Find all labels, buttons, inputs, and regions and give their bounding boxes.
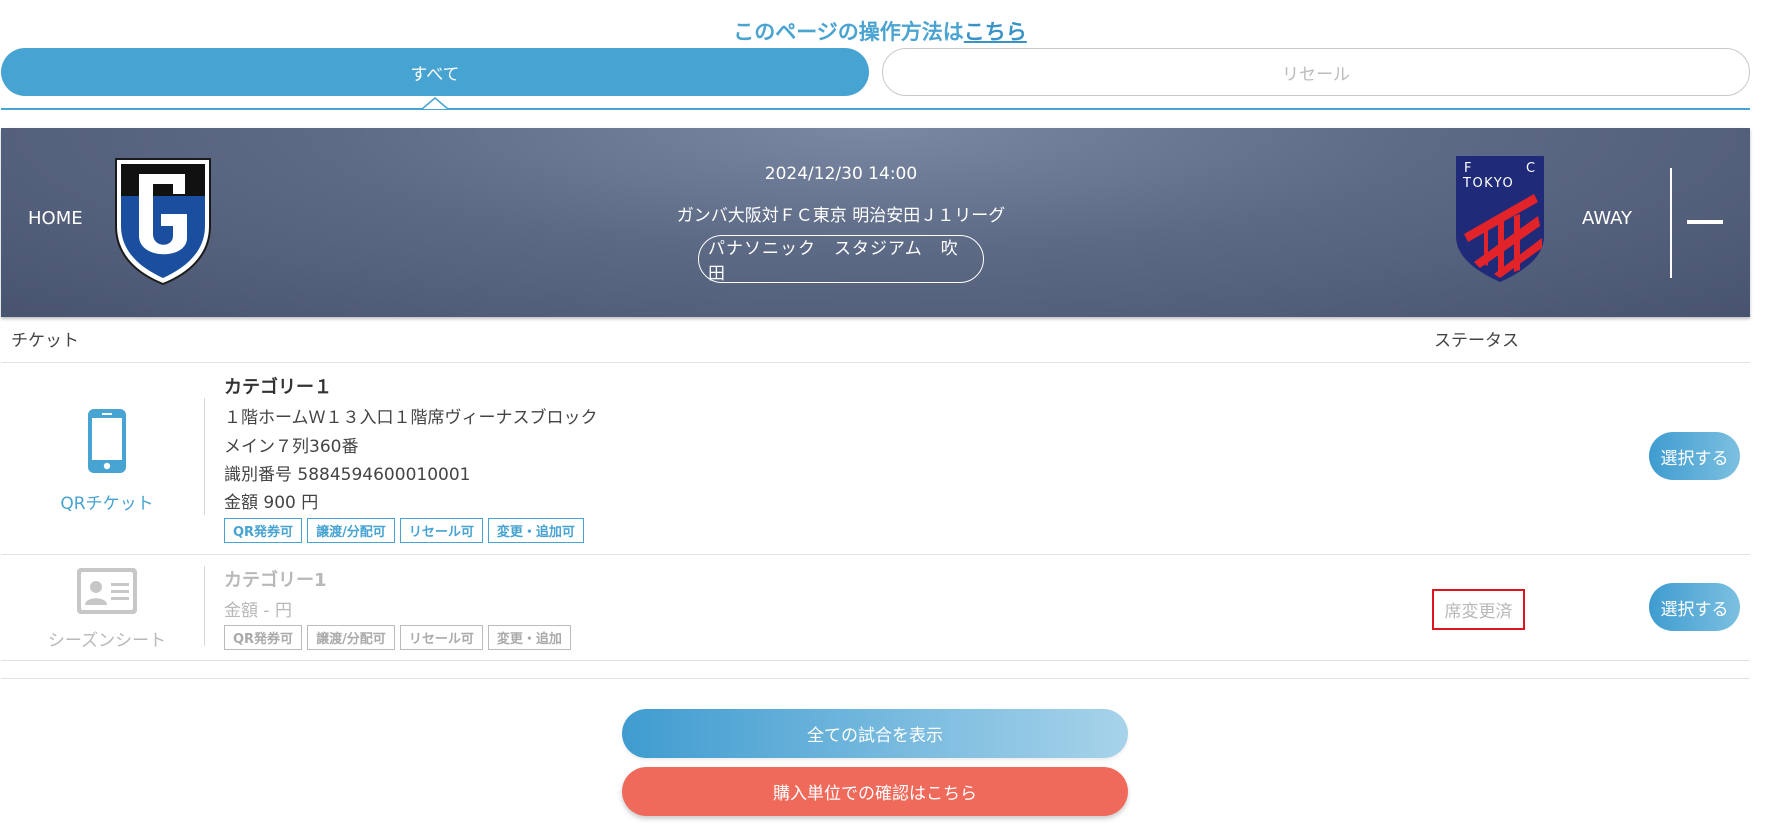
ticket-type: シーズンシート bbox=[40, 567, 174, 651]
row-divider bbox=[204, 398, 205, 515]
ticket-category: カテゴリー１ bbox=[224, 377, 332, 398]
tag-transfer: 譲渡/分配可 bbox=[307, 518, 395, 543]
match-banner: HOME 2024/12/30 14:00 ガンバ大阪対ＦＣ東京 明治安田Ｊ１リ… bbox=[1, 128, 1750, 317]
purchase-unit-button[interactable]: 購入単位での確認はこちら bbox=[622, 767, 1128, 816]
divider bbox=[1, 554, 1750, 555]
ticket-type: QRチケット bbox=[40, 408, 174, 514]
tag-resale: リセール可 bbox=[399, 518, 483, 543]
tab-all[interactable]: すべて bbox=[1, 48, 869, 96]
status-badge: 席変更済 bbox=[1432, 589, 1525, 630]
banner-divider bbox=[1670, 168, 1672, 278]
ticket-type-label: QRチケット bbox=[60, 494, 154, 514]
tag-change: 変更・追加可 bbox=[487, 518, 584, 543]
select-button[interactable]: 選択する bbox=[1649, 432, 1740, 480]
collapse-minus-icon[interactable] bbox=[1687, 220, 1723, 224]
column-header-ticket: チケット bbox=[11, 331, 79, 351]
tag-qr: QR発券可 bbox=[224, 518, 303, 543]
match-name: ガンバ大阪対ＦＣ東京 明治安田Ｊ１リーグ bbox=[676, 206, 1006, 226]
divider bbox=[1, 660, 1750, 661]
ticket-id: 識別番号 5884594600010001 bbox=[224, 465, 471, 485]
id-card-icon bbox=[77, 568, 137, 614]
show-all-matches-button[interactable]: 全ての試合を表示 bbox=[622, 709, 1128, 758]
divider bbox=[1, 362, 1750, 363]
tag-transfer: 譲渡/分配可 bbox=[307, 625, 395, 650]
tag-change: 変更・追加 bbox=[487, 625, 571, 650]
fc-tokyo-wordmark: TOKYO bbox=[1462, 176, 1514, 191]
venue-badge: パナソニック スタジアム 吹田 bbox=[698, 235, 984, 284]
seat-number: メイン７列360番 bbox=[224, 437, 359, 457]
match-date: 2024/12/30 14:00 bbox=[764, 164, 918, 184]
ticket-tags: QR発券可 譲渡/分配可 リセール可 変更・追加可 bbox=[224, 518, 584, 543]
ticket-type-label: シーズンシート bbox=[47, 631, 167, 651]
fc-tokyo-letter-f: F bbox=[1464, 161, 1471, 176]
divider bbox=[1, 678, 1750, 679]
tab-resale[interactable]: リセール bbox=[882, 48, 1750, 96]
tab-underline bbox=[1, 108, 1750, 110]
ticket-price: 金額 - 円 bbox=[224, 601, 292, 621]
tag-qr: QR発券可 bbox=[224, 625, 303, 650]
ticket-list-page: このページの操作方法はこちら すべて リセール HOME 2024/12/30 … bbox=[0, 0, 1777, 828]
active-tab-caret-icon bbox=[422, 97, 448, 110]
fc-tokyo-emblem-icon: F C TOKYO bbox=[1456, 156, 1544, 282]
ticket-price: 金額 900 円 bbox=[224, 493, 319, 513]
column-header-status: ステータス bbox=[1434, 331, 1519, 351]
howto-link[interactable]: こちら bbox=[964, 20, 1027, 44]
fc-tokyo-letter-c: C bbox=[1526, 161, 1535, 176]
howto-text: このページの操作方法は bbox=[733, 20, 964, 44]
row-divider bbox=[204, 566, 205, 646]
tag-resale: リセール可 bbox=[399, 625, 483, 650]
howto-line: このページの操作方法はこちら bbox=[0, 16, 1760, 46]
ticket-tags: QR発券可 譲渡/分配可 リセール可 変更・追加 bbox=[224, 625, 571, 650]
seat-location: １階ホームＷ１３入口１階席ヴィーナスブロック bbox=[224, 408, 598, 428]
away-label: AWAY bbox=[1582, 208, 1633, 229]
ticket-category: カテゴリー1 bbox=[224, 570, 327, 591]
smartphone-icon bbox=[88, 409, 126, 473]
select-button[interactable]: 選択する bbox=[1649, 583, 1740, 631]
